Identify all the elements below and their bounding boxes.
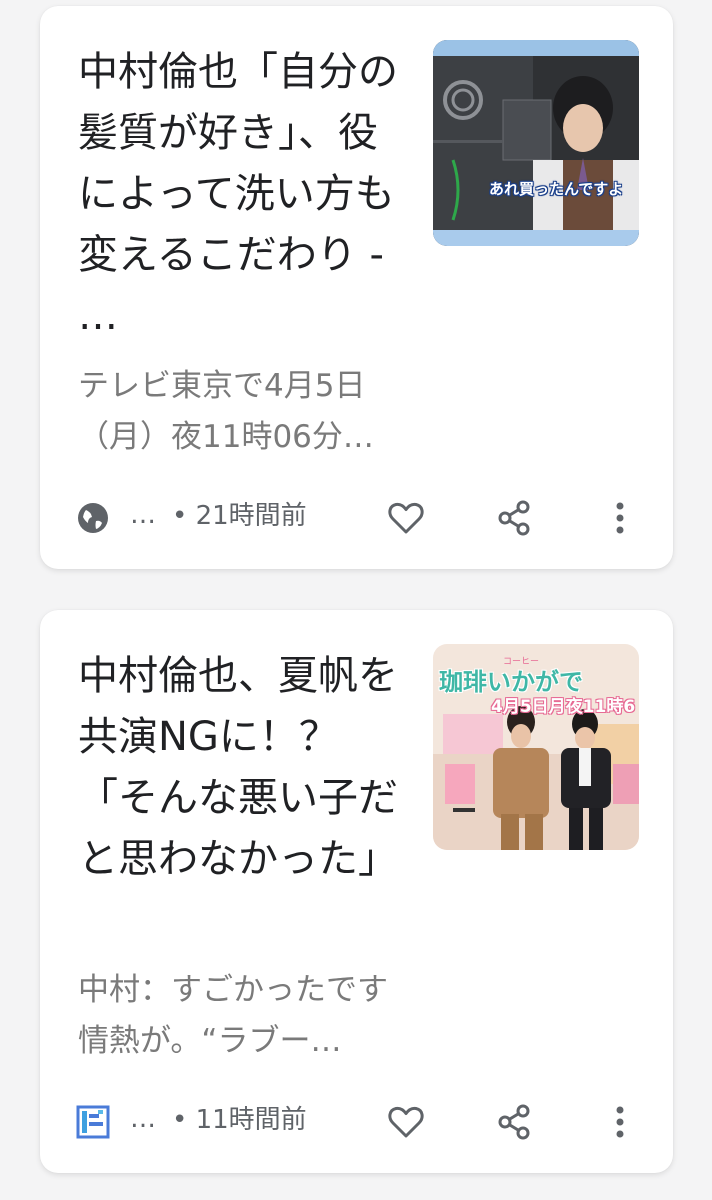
thumbnail-date: 4月5日月夜11時6	[491, 697, 636, 717]
article-thumbnail[interactable]: あれ買ったんですよ	[433, 40, 639, 246]
source-name[interactable]: …	[130, 498, 156, 532]
share-icon	[498, 500, 530, 536]
article-footer: … • 21時間前	[40, 492, 673, 542]
more-options-button[interactable]	[598, 1100, 642, 1144]
publish-time: • 11時間前	[172, 1105, 307, 1135]
article-thumbnail[interactable]: コーヒー 珈琲いかがで 4月5日月夜11時6	[433, 644, 639, 850]
heart-icon	[388, 502, 424, 534]
article-snippet: 中村：すごかったです情熱が。“ラブー…	[78, 972, 388, 1059]
globe-icon[interactable]	[76, 501, 110, 535]
article-snippet: テレビ東京で4月5日（月）夜11時06分…	[78, 368, 374, 455]
thumbnail-image	[433, 40, 639, 246]
more-options-button[interactable]	[598, 496, 642, 540]
article-card[interactable]: 中村倫也、夏帆を共演NGに！？「そんな悪い子だと思わなかった」 コーヒー 珈琲い…	[40, 610, 673, 1173]
share-button[interactable]	[492, 496, 536, 540]
share-button[interactable]	[492, 1100, 536, 1144]
thumbnail-caption: あれ買ったんですよ	[489, 180, 624, 198]
like-button[interactable]	[384, 1100, 428, 1144]
like-button[interactable]	[384, 496, 428, 540]
share-icon	[498, 1104, 530, 1140]
article-headline[interactable]: 中村倫也、夏帆を共演NGに！？「そんな悪い子だと思わなかった」	[78, 646, 408, 890]
more-vert-icon	[616, 502, 624, 534]
article-card[interactable]: 中村倫也「自分の髪質が好き」、役によって洗い方も変えるこだわり - … あれ買っ…	[40, 6, 673, 569]
news-feed: 中村倫也「自分の髪質が好き」、役によって洗い方も変えるこだわり - … あれ買っ…	[0, 0, 712, 1200]
article-headline[interactable]: 中村倫也「自分の髪質が好き」、役によって洗い方も変えるこだわり - …	[78, 42, 408, 347]
heart-icon	[388, 1106, 424, 1138]
source-name[interactable]: …	[130, 1102, 156, 1136]
site-logo-icon[interactable]	[76, 1105, 110, 1139]
more-vert-icon	[616, 1106, 624, 1138]
publish-time: • 21時間前	[172, 501, 307, 531]
article-footer: … • 11時間前	[40, 1096, 673, 1146]
